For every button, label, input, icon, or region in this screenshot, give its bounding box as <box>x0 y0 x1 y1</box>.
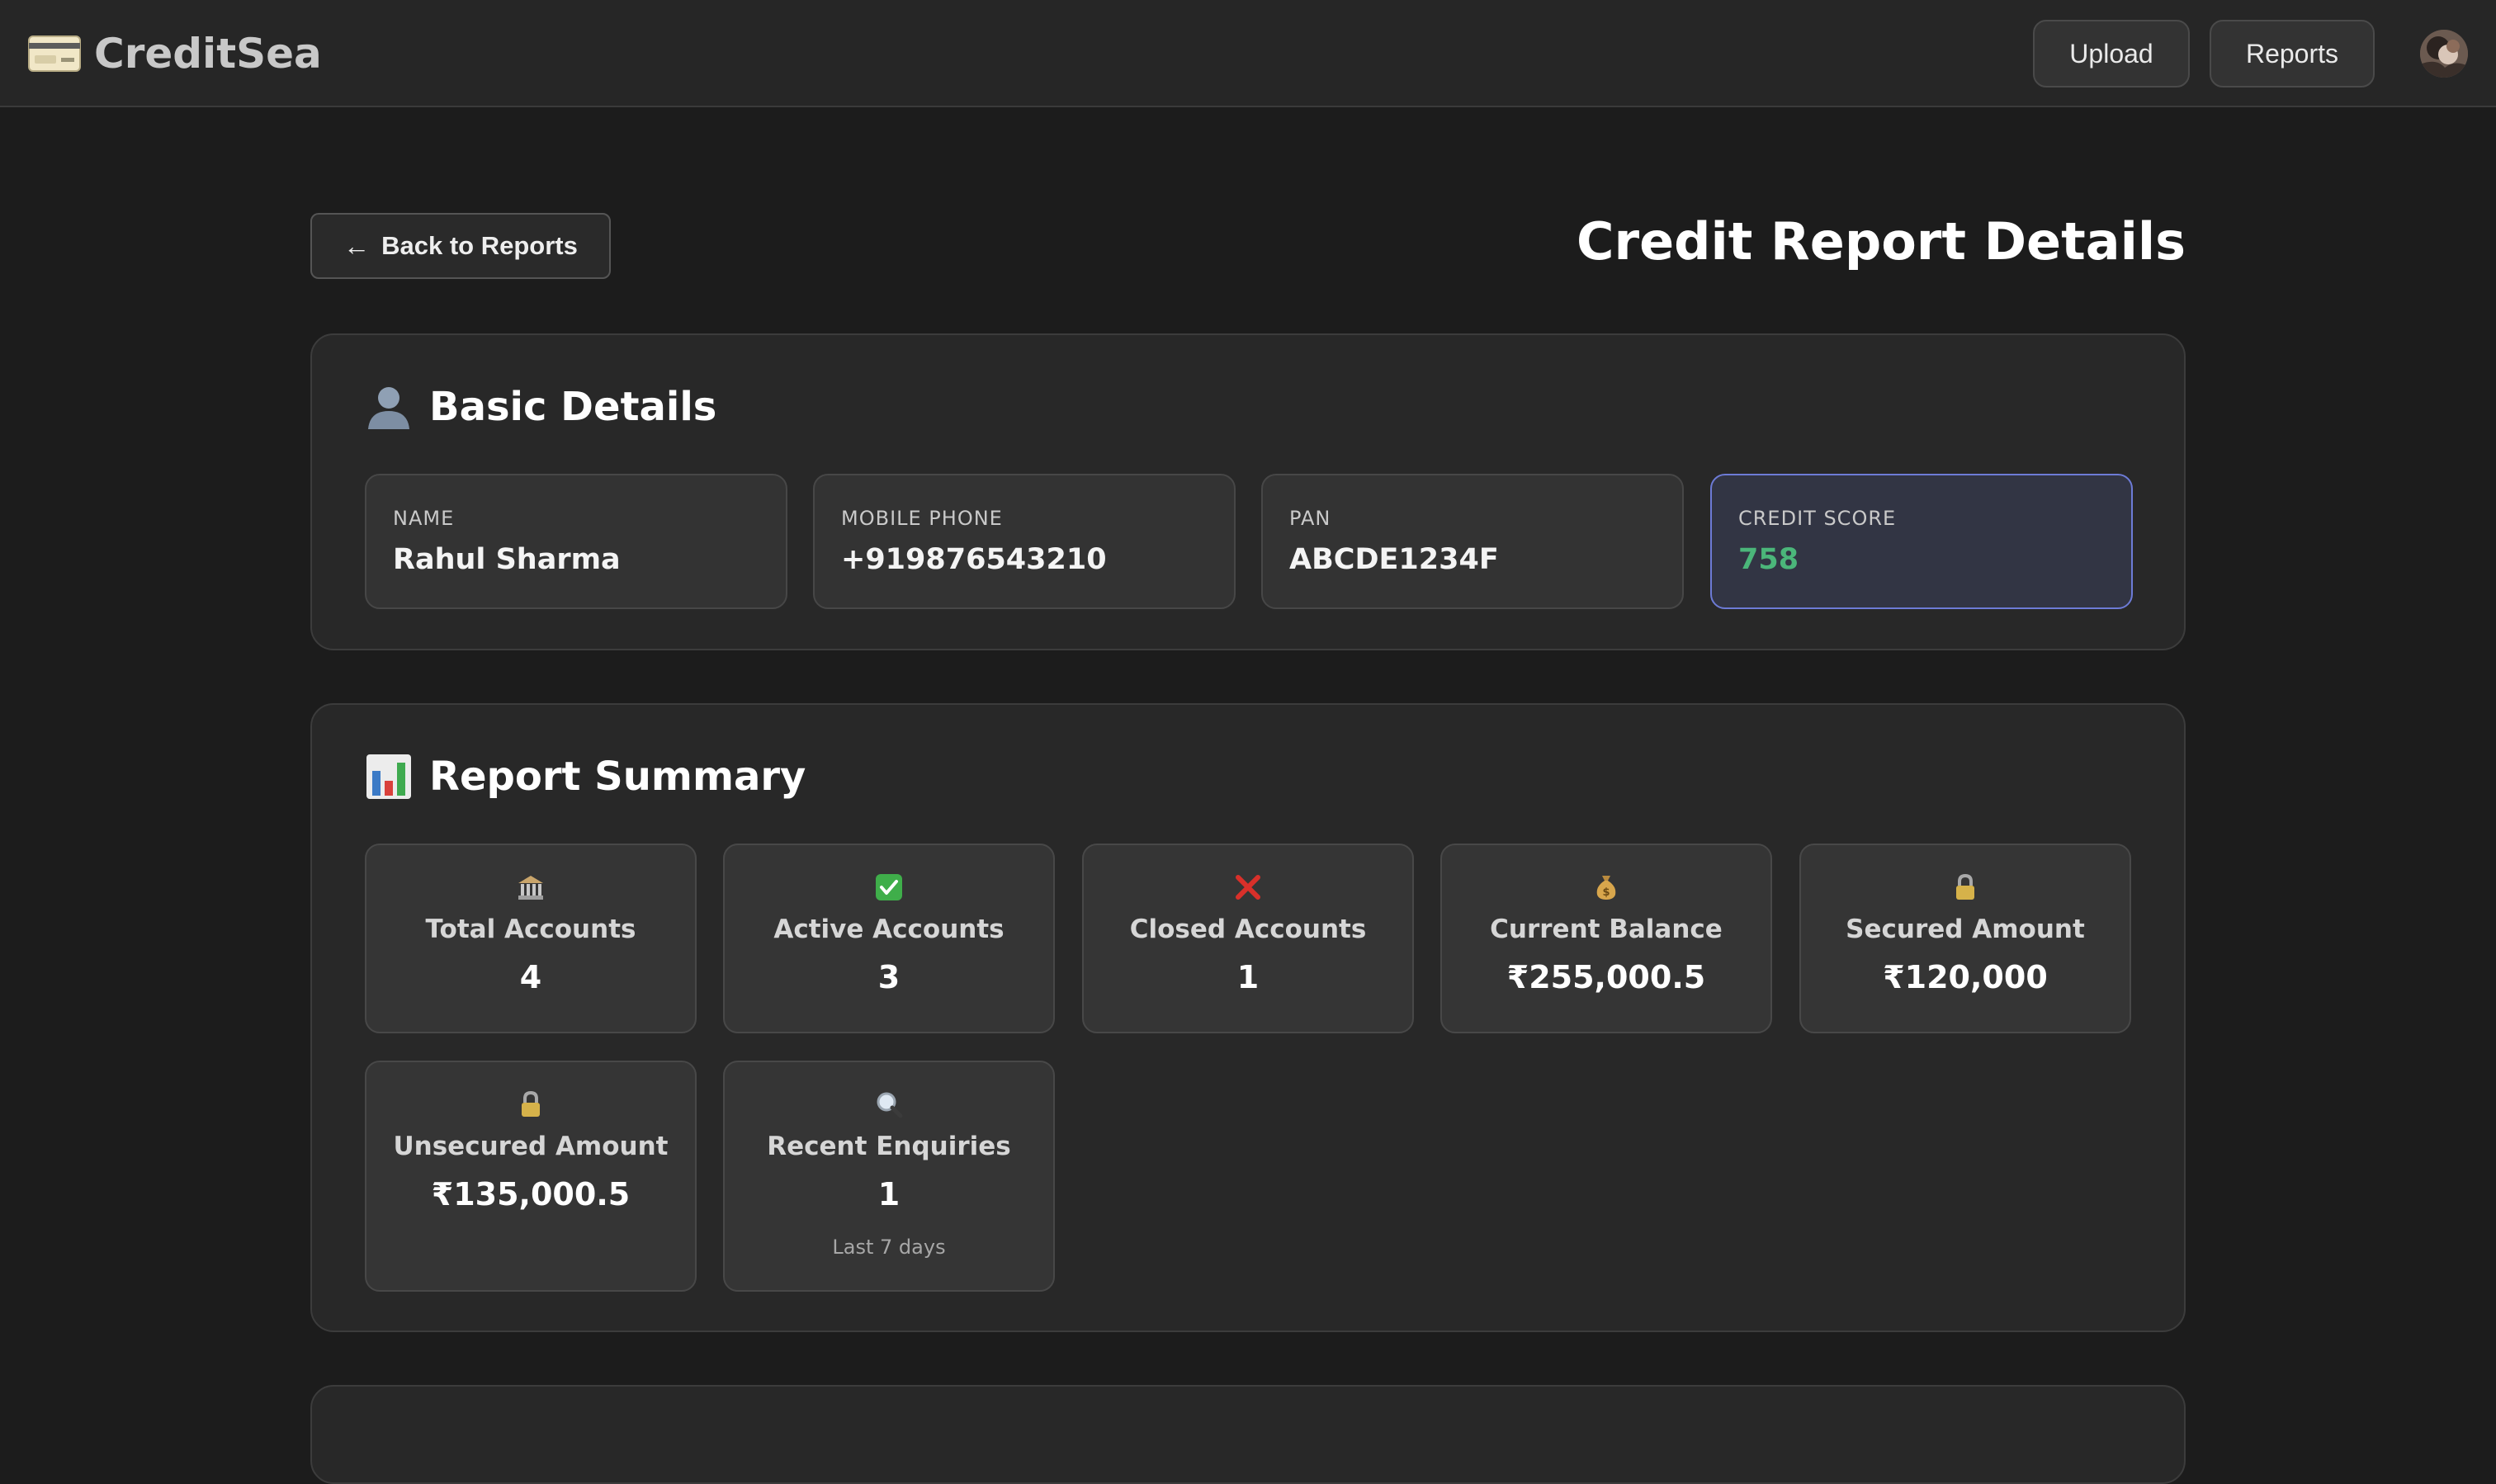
user-silhouette-icon <box>365 383 413 431</box>
brand-name: CreditSea <box>94 30 322 78</box>
detail-value: ABCDE1234F <box>1289 543 1499 576</box>
credit-card-icon <box>28 35 81 72</box>
page-title: Credit Report Details <box>1577 211 2186 272</box>
lock-icon <box>1801 873 2130 901</box>
basic-details-title-text: Basic Details <box>429 384 717 430</box>
summary-label: Active Accounts <box>773 915 1005 944</box>
summary-label: Closed Accounts <box>1129 915 1367 944</box>
summary-value: 4 <box>519 959 542 995</box>
summary-card-active-accounts: Active Accounts 3 <box>723 844 1055 1033</box>
detail-card-name: NAME Rahul Sharma <box>365 474 787 609</box>
next-section <box>310 1385 2186 1484</box>
upload-button[interactable]: Upload <box>2033 20 2190 87</box>
money-bag-icon: $ <box>1442 873 1770 901</box>
summary-value: 3 <box>877 959 901 995</box>
back-to-reports-label: Back to Reports <box>381 231 578 260</box>
avatar[interactable] <box>2420 30 2468 78</box>
detail-label: MOBILE PHONE <box>841 507 1003 530</box>
brand[interactable]: CreditSea <box>28 25 322 83</box>
top-navbar: CreditSea Upload Reports <box>0 0 2496 107</box>
summary-label: Unsecured Amount <box>393 1132 669 1161</box>
report-summary-title: Report Summary <box>365 753 806 801</box>
summary-value: ₹255,000.5 <box>1506 959 1706 995</box>
magnifier-icon <box>725 1090 1053 1118</box>
summary-label: Secured Amount <box>1846 915 2085 944</box>
reports-button[interactable]: Reports <box>2210 20 2375 87</box>
detail-card-mobile-phone: MOBILE PHONE +919876543210 <box>813 474 1236 609</box>
detail-label: NAME <box>393 507 455 530</box>
summary-label: Total Accounts <box>425 915 636 944</box>
summary-card-unsecured-amount: Unsecured Amount ₹135,000.5 <box>365 1061 697 1292</box>
report-summary-title-text: Report Summary <box>429 754 806 800</box>
detail-value: +919876543210 <box>841 543 1107 576</box>
detail-value: Rahul Sharma <box>393 543 621 576</box>
basic-details-title: Basic Details <box>365 383 716 431</box>
summary-note: Last 7 days <box>832 1236 946 1259</box>
detail-label: CREDIT SCORE <box>1738 507 1897 530</box>
cross-mark-icon <box>1084 873 1412 901</box>
basic-details-section: Basic Details NAME Rahul Sharma MOBILE P… <box>310 333 2186 650</box>
summary-value: ₹120,000 <box>1883 959 2048 995</box>
summary-card-secured-amount: Secured Amount ₹120,000 <box>1799 844 2131 1033</box>
report-summary-section: Report Summary Total Accounts 4 Active A… <box>310 703 2186 1332</box>
arrow-left-icon: ← <box>343 230 371 261</box>
summary-label: Current Balance <box>1490 915 1723 944</box>
summary-card-current-balance: $ Current Balance ₹255,000.5 <box>1440 844 1772 1033</box>
bank-icon <box>366 873 695 901</box>
detail-card-pan: PAN ABCDE1234F <box>1261 474 1684 609</box>
detail-label: PAN <box>1289 507 1331 530</box>
svg-text:$: $ <box>1602 886 1610 899</box>
credit-score-value: 758 <box>1738 543 1799 576</box>
detail-card-credit-score: CREDIT SCORE 758 <box>1710 474 2133 609</box>
summary-value: 1 <box>877 1176 901 1212</box>
back-to-reports-button[interactable]: ← Back to Reports <box>310 213 611 279</box>
summary-value: 1 <box>1236 959 1260 995</box>
check-mark-icon <box>725 873 1053 901</box>
summary-label: Recent Enquiries <box>767 1132 1011 1161</box>
bar-chart-icon <box>365 753 413 801</box>
summary-value: ₹135,000.5 <box>431 1176 631 1212</box>
lock-icon <box>366 1090 695 1118</box>
summary-card-recent-enquiries: Recent Enquiries 1 Last 7 days <box>723 1061 1055 1292</box>
summary-card-total-accounts: Total Accounts 4 <box>365 844 697 1033</box>
summary-card-closed-accounts: Closed Accounts 1 <box>1082 844 1414 1033</box>
